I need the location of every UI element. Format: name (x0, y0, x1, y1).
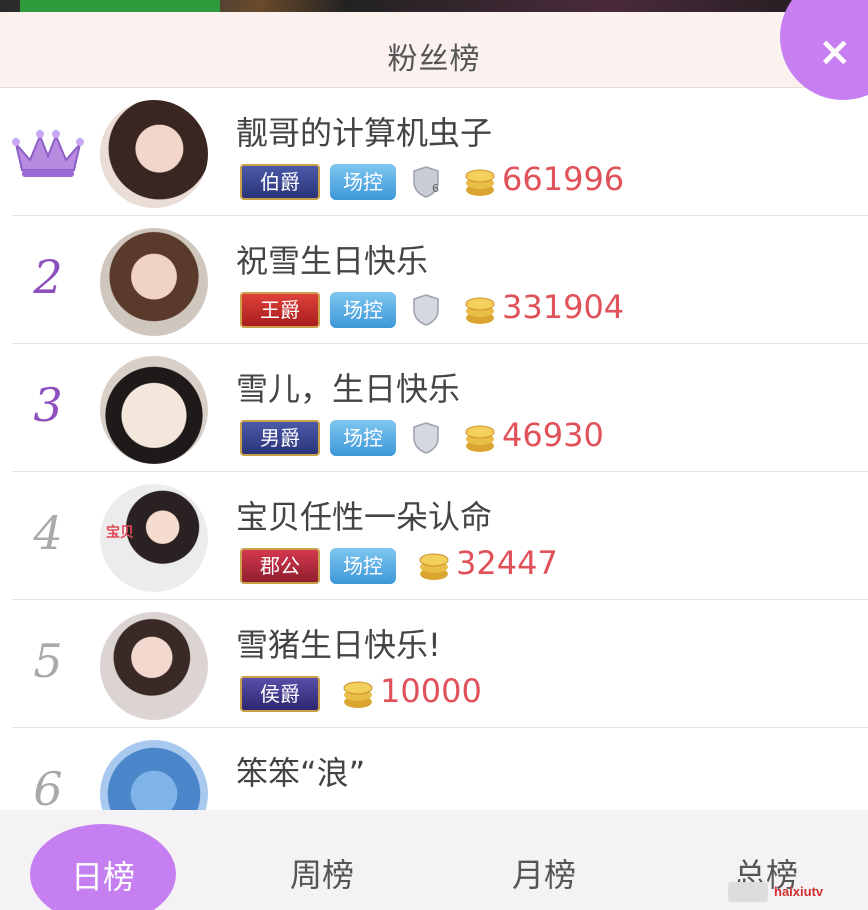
header: 粉丝榜 × (0, 0, 868, 100)
coin-icon (465, 297, 495, 324)
avatar[interactable] (100, 356, 208, 464)
noble-title-badge: 郡公 (240, 548, 320, 584)
avatar-caption: 宝贝 (106, 525, 134, 541)
crown-icon (12, 130, 84, 177)
close-icon: × (818, 29, 852, 75)
shield-icon (413, 422, 439, 454)
contribution-amount: 10000 (380, 672, 482, 710)
user-name: 祝雪生日快乐 (236, 242, 429, 280)
tab-monthly[interactable]: 月榜 (512, 850, 576, 896)
avatar[interactable] (100, 740, 208, 810)
contribution-amount: 331904 (502, 288, 625, 326)
tab-bar: 日榜 周榜 月榜 总榜 haixiutv (0, 810, 868, 910)
coin-icon (465, 425, 495, 452)
noble-title-badge: 伯爵 (240, 164, 320, 200)
user-name: 笨笨“浪” (236, 754, 366, 792)
list-item[interactable]: 3 雪儿，生日快乐 男爵 场控 46930 (0, 344, 868, 472)
rank-number: 3 (33, 378, 63, 432)
watermark: haixiutv (728, 882, 858, 904)
avatar[interactable] (100, 100, 208, 208)
list-item[interactable]: 5 雪猪生日快乐! 侯爵 10000 (0, 600, 868, 728)
user-name: 宝贝任性一朵认命 (236, 498, 493, 536)
list-item[interactable]: 4 宝贝 宝贝任性一朵认命 郡公 场控 32447 (0, 472, 868, 600)
shield-icon (413, 294, 439, 326)
list-item[interactable]: 2 祝雪生日快乐 王爵 场控 331904 (0, 216, 868, 344)
contribution-amount: 32447 (456, 544, 558, 582)
list-item[interactable]: 靓哥的计算机虫子 伯爵 场控 6 661996 (0, 88, 868, 216)
noble-title-badge: 侯爵 (240, 676, 320, 712)
avatar[interactable]: 宝贝 (100, 484, 208, 592)
noble-title-badge: 王爵 (240, 292, 320, 328)
room-control-badge: 场控 (330, 548, 396, 584)
background-stream-strip (0, 0, 868, 12)
list-item[interactable]: 6 笨笨“浪” (0, 728, 868, 810)
coin-icon (465, 169, 495, 196)
rank-number: 5 (33, 634, 63, 688)
close-button[interactable]: × (780, 0, 868, 100)
coin-icon (419, 553, 449, 580)
tab-weekly[interactable]: 周榜 (290, 850, 354, 896)
coin-icon (343, 681, 373, 708)
rank-number: 6 (33, 762, 63, 810)
room-control-badge: 场控 (330, 420, 396, 456)
room-control-badge: 场控 (330, 164, 396, 200)
tab-daily[interactable]: 日榜 (30, 824, 176, 910)
page-title: 粉丝榜 (387, 42, 481, 77)
shield-level: 6 (432, 182, 439, 195)
user-name: 雪猪生日快乐! (236, 626, 441, 664)
avatar[interactable] (100, 612, 208, 720)
tab-label: 日榜 (70, 858, 135, 896)
contribution-amount: 46930 (502, 416, 604, 454)
contribution-amount: 661996 (502, 160, 625, 198)
avatar[interactable] (100, 228, 208, 336)
noble-title-badge: 男爵 (240, 420, 320, 456)
fan-ranking-list: 靓哥的计算机虫子 伯爵 场控 6 661996 2 祝雪生日快乐 王爵 场控 3… (0, 88, 868, 810)
user-name: 靓哥的计算机虫子 (236, 114, 493, 152)
user-name: 雪儿，生日快乐 (236, 370, 461, 408)
rank-number: 4 (33, 506, 63, 560)
rank-number: 2 (33, 250, 63, 304)
room-control-badge: 场控 (330, 292, 396, 328)
